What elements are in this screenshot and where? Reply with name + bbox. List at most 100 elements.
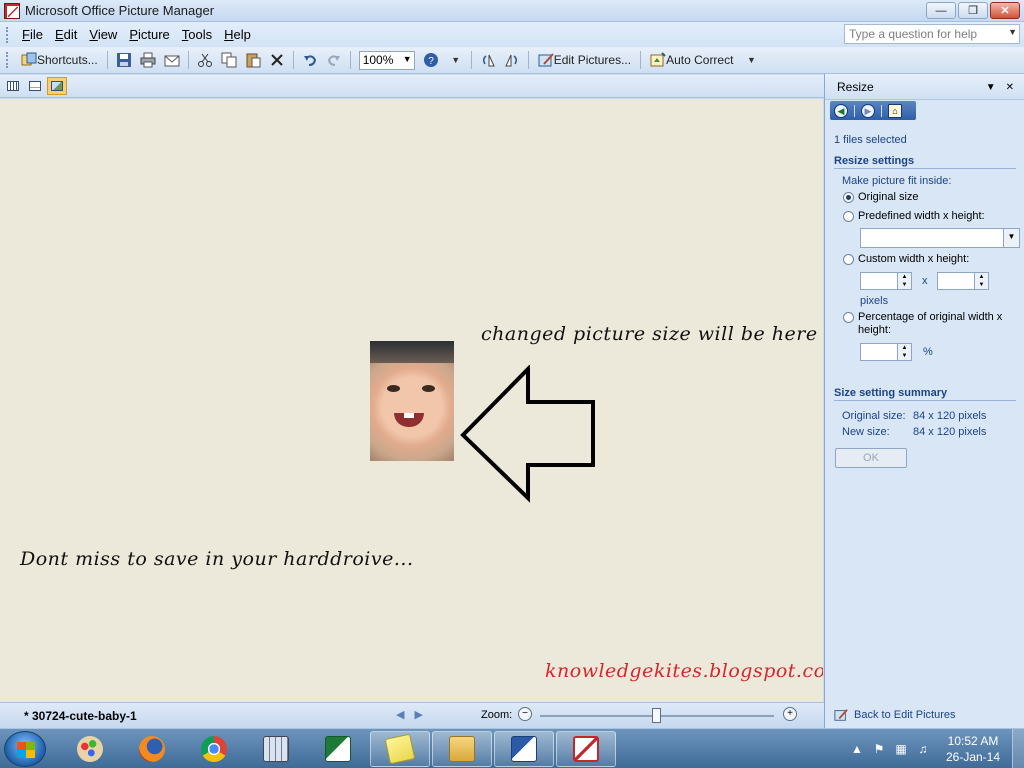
thumbnail-view-button[interactable] xyxy=(3,77,23,95)
menu-tools[interactable]: Tools xyxy=(176,27,218,42)
taskbar-chrome-button[interactable] xyxy=(186,731,242,767)
baby-photo[interactable] xyxy=(370,341,454,461)
predefined-size-label[interactable]: Predefined width x height: xyxy=(858,210,985,222)
redo-button[interactable] xyxy=(323,49,345,71)
percent-symbol: % xyxy=(923,346,933,358)
help-dropdown-icon[interactable]: ▼ xyxy=(1008,27,1017,37)
task-pane-menu-icon[interactable]: ▼ xyxy=(986,82,996,93)
help-button[interactable]: ? xyxy=(420,49,442,71)
single-picture-view-button[interactable] xyxy=(47,77,67,95)
previous-picture-icon[interactable]: ◀ xyxy=(396,708,404,721)
picture-manager-app-icon[interactable] xyxy=(4,2,20,19)
resize-task-pane: Resize ▼ ✕ ◀ ▶ ⌂ 1 files selected Resize… xyxy=(824,74,1024,728)
task-pane-close-icon[interactable]: ✕ xyxy=(1006,82,1014,93)
ok-button[interactable]: OK xyxy=(835,448,907,468)
custom-size-label[interactable]: Custom width x height: xyxy=(858,253,969,265)
annotation-arrow xyxy=(460,365,595,503)
shortcuts-icon xyxy=(21,52,37,66)
original-size-radio[interactable] xyxy=(843,192,854,203)
custom-height-input[interactable]: ▲ ▼ xyxy=(937,272,989,290)
predefined-size-dropdown[interactable]: ▼ xyxy=(860,228,1020,248)
volume-icon[interactable]: ♫ xyxy=(916,742,930,756)
menu-file[interactable]: File xyxy=(16,27,49,42)
edit-pictures-button[interactable]: Edit Pictures... xyxy=(534,49,635,71)
taskbar-excel-button[interactable] xyxy=(310,731,366,767)
taskbar-sticky-notes-button[interactable] xyxy=(370,731,430,767)
print-button[interactable] xyxy=(137,49,159,71)
zoom-dropdown[interactable]: 100% ▼ xyxy=(358,50,415,70)
single-picture-view-icon xyxy=(51,81,63,91)
custom-size-radio[interactable] xyxy=(843,254,854,265)
show-hidden-icons-icon[interactable]: ▲ xyxy=(850,742,864,756)
edit-pictures-label: Edit Pictures... xyxy=(553,53,632,67)
auto-correct-button[interactable]: Auto Correct xyxy=(646,49,737,71)
taskbar-word-button[interactable] xyxy=(494,731,554,767)
rotate-right-button[interactable] xyxy=(501,49,523,71)
delete-icon xyxy=(270,54,283,66)
save-icon xyxy=(116,53,131,67)
email-button[interactable] xyxy=(161,49,183,71)
print-icon xyxy=(140,52,156,68)
zoom-in-icon[interactable]: + xyxy=(783,707,797,721)
filmstrip-view-icon xyxy=(29,81,41,91)
show-desktop-button[interactable] xyxy=(1012,729,1024,768)
percentage-radio[interactable] xyxy=(843,312,854,323)
spinner-arrows-icon[interactable]: ▲ ▼ xyxy=(897,273,911,289)
rotate-right-icon xyxy=(504,54,517,67)
excel-icon xyxy=(325,736,351,762)
spinner-arrows-icon[interactable]: ▲ ▼ xyxy=(897,344,911,360)
copy-button[interactable] xyxy=(218,49,240,71)
annotation-top: changed picture size will be here xyxy=(481,323,818,345)
save-button[interactable] xyxy=(113,49,135,71)
task-pane-header: Resize ▼ ✕ xyxy=(825,74,1024,100)
taskbar-clock[interactable]: 10:52 AM 26-Jan-14 xyxy=(934,733,1012,765)
picture-navigation: ◀ ▶ xyxy=(396,708,423,721)
forward-arrow-icon[interactable]: ▶ xyxy=(861,103,875,118)
percentage-input[interactable]: ▲ ▼ xyxy=(860,343,912,361)
original-size-label[interactable]: Original size xyxy=(858,191,919,203)
custom-width-input[interactable]: ▲ ▼ xyxy=(860,272,912,290)
start-button[interactable] xyxy=(4,731,46,767)
filmstrip-view-button[interactable] xyxy=(25,77,45,95)
taskbar-explorer-button[interactable] xyxy=(432,731,492,767)
toolbar-options-button[interactable]: ▼ xyxy=(739,49,761,71)
toolbar-grip[interactable] xyxy=(6,52,10,68)
taskbar-calculator-button[interactable] xyxy=(248,731,304,767)
taskbar-paint-button[interactable] xyxy=(62,731,118,767)
spinner-arrows-icon[interactable]: ▲ ▼ xyxy=(974,273,988,289)
taskbar-picture-manager-button[interactable] xyxy=(556,731,616,767)
files-selected-text: 1 files selected xyxy=(834,134,907,146)
task-pane-nav: ◀ ▶ ⌂ xyxy=(830,101,916,120)
next-picture-icon[interactable]: ▶ xyxy=(414,708,422,721)
help-search-input[interactable]: Type a question for help ▼ xyxy=(844,24,1020,44)
predefined-size-radio[interactable] xyxy=(843,211,854,222)
menu-grip[interactable] xyxy=(6,26,10,43)
home-icon[interactable]: ⌂ xyxy=(888,103,902,118)
rotate-left-button[interactable] xyxy=(477,49,499,71)
cut-button[interactable] xyxy=(194,49,216,71)
menu-edit[interactable]: Edit xyxy=(49,27,83,42)
shortcuts-button[interactable]: Shortcuts... xyxy=(17,49,102,71)
percentage-label[interactable]: Percentage of original width x height: xyxy=(858,311,1008,337)
toolbar-options-button[interactable]: ▼ xyxy=(444,49,466,71)
maximize-button[interactable]: ❐ xyxy=(958,2,988,19)
taskbar-firefox-button[interactable] xyxy=(124,731,180,767)
zoom-slider-thumb[interactable] xyxy=(652,708,661,723)
zoom-out-icon[interactable]: − xyxy=(518,707,532,721)
toolbar-separator xyxy=(349,51,351,69)
delete-button[interactable] xyxy=(266,49,288,71)
undo-button[interactable] xyxy=(299,49,321,71)
back-arrow-icon[interactable]: ◀ xyxy=(834,103,848,118)
action-center-flag-icon[interactable]: ⚑ xyxy=(872,742,886,756)
network-icon[interactable]: ▦ xyxy=(894,742,908,756)
close-button[interactable]: ✕ xyxy=(990,2,1020,19)
menu-view[interactable]: View xyxy=(83,27,123,42)
back-to-edit-pictures-link[interactable]: Back to Edit Pictures xyxy=(834,708,956,722)
paste-button[interactable] xyxy=(242,49,264,71)
menu-help[interactable]: Help xyxy=(218,27,257,42)
annotation-bottom: Dont miss to save in your harddroive... xyxy=(20,548,414,570)
original-size-summary-value: 84 x 120 pixels xyxy=(913,410,987,422)
menu-picture[interactable]: Picture xyxy=(123,27,175,42)
minimize-button[interactable]: — xyxy=(926,2,956,19)
picture-canvas[interactable]: changed picture size will be here Dont m… xyxy=(0,99,823,702)
